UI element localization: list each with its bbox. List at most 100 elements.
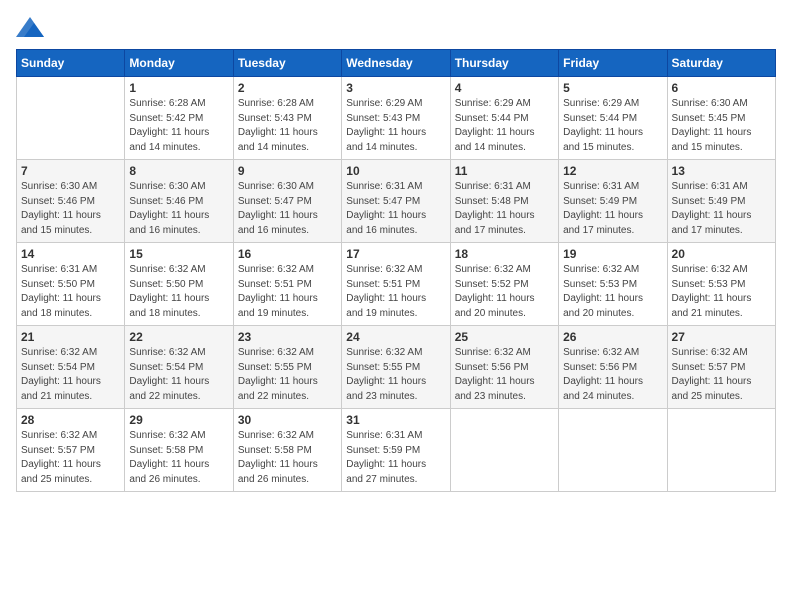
day-info: Sunrise: 6:31 AM Sunset: 5:49 PM Dayligh… — [672, 180, 771, 238]
day-cell — [559, 409, 667, 492]
day-info: Sunrise: 6:30 AM Sunset: 5:47 PM Dayligh… — [238, 180, 337, 238]
day-info: Sunrise: 6:32 AM Sunset: 5:53 PM Dayligh… — [563, 263, 662, 321]
day-number: 27 — [672, 330, 771, 344]
day-cell: 21 Sunrise: 6:32 AM Sunset: 5:54 PM Dayli… — [17, 326, 125, 409]
day-cell: 30 Sunrise: 6:32 AM Sunset: 5:58 PM Dayli… — [233, 409, 341, 492]
day-info: Sunrise: 6:29 AM Sunset: 5:44 PM Dayligh… — [455, 97, 554, 155]
calendar-table: SundayMondayTuesdayWednesdayThursdayFrid… — [16, 49, 776, 492]
day-cell: 17 Sunrise: 6:32 AM Sunset: 5:51 PM Dayli… — [342, 243, 450, 326]
day-cell — [17, 77, 125, 160]
header — [16, 16, 776, 37]
day-cell: 16Sunrise: 6:32 AM Sunset: 5:51 PM Dayli… — [233, 243, 341, 326]
day-cell: 19 Sunrise: 6:32 AM Sunset: 5:53 PM Dayli… — [559, 243, 667, 326]
day-cell: 15Sunrise: 6:32 AM Sunset: 5:50 PM Dayli… — [125, 243, 233, 326]
day-info: Sunrise: 6:29 AM Sunset: 5:43 PM Dayligh… — [346, 97, 445, 155]
day-cell: 11 Sunrise: 6:31 AM Sunset: 5:48 PM Dayli… — [450, 160, 558, 243]
day-cell: 27 Sunrise: 6:32 AM Sunset: 5:57 PM Dayli… — [667, 326, 775, 409]
day-number: 25 — [455, 330, 554, 344]
day-cell: 8 Sunrise: 6:30 AM Sunset: 5:46 PM Daylig… — [125, 160, 233, 243]
day-info: Sunrise: 6:29 AM Sunset: 5:44 PM Dayligh… — [563, 97, 662, 155]
header-cell-friday: Friday — [559, 50, 667, 77]
day-info: Sunrise: 6:31 AM Sunset: 5:50 PM Dayligh… — [21, 263, 120, 321]
day-info: Sunrise: 6:32 AM Sunset: 5:53 PM Dayligh… — [672, 263, 771, 321]
calendar-body: 1 Sunrise: 6:28 AM Sunset: 5:42 PM Daylig… — [17, 77, 776, 492]
day-number: 3 — [346, 81, 445, 95]
day-info: Sunrise: 6:32 AM Sunset: 5:55 PM Dayligh… — [238, 346, 337, 404]
day-number: 14 — [21, 247, 120, 261]
day-number: 2 — [238, 81, 337, 95]
day-cell: 7 Sunrise: 6:30 AM Sunset: 5:46 PM Daylig… — [17, 160, 125, 243]
day-info: Sunrise: 6:32 AM Sunset: 5:51 PM Dayligh… — [238, 263, 337, 321]
day-info: Sunrise: 6:30 AM Sunset: 5:46 PM Dayligh… — [129, 180, 228, 238]
day-number: 10 — [346, 164, 445, 178]
day-cell: 24Sunrise: 6:32 AM Sunset: 5:55 PM Dayli… — [342, 326, 450, 409]
day-cell: 23 Sunrise: 6:32 AM Sunset: 5:55 PM Dayli… — [233, 326, 341, 409]
day-number: 18 — [455, 247, 554, 261]
day-info: Sunrise: 6:32 AM Sunset: 5:56 PM Dayligh… — [455, 346, 554, 404]
day-info: Sunrise: 6:32 AM Sunset: 5:58 PM Dayligh… — [129, 429, 228, 487]
day-cell: 22 Sunrise: 6:32 AM Sunset: 5:54 PM Dayli… — [125, 326, 233, 409]
day-number: 7 — [21, 164, 120, 178]
day-info: Sunrise: 6:32 AM Sunset: 5:54 PM Dayligh… — [129, 346, 228, 404]
day-info: Sunrise: 6:32 AM Sunset: 5:57 PM Dayligh… — [672, 346, 771, 404]
day-number: 17 — [346, 247, 445, 261]
day-number: 9 — [238, 164, 337, 178]
day-cell: 2 Sunrise: 6:28 AM Sunset: 5:43 PM Daylig… — [233, 77, 341, 160]
day-info: Sunrise: 6:31 AM Sunset: 5:49 PM Dayligh… — [563, 180, 662, 238]
day-info: Sunrise: 6:28 AM Sunset: 5:42 PM Dayligh… — [129, 97, 228, 155]
day-number: 5 — [563, 81, 662, 95]
day-number: 13 — [672, 164, 771, 178]
day-info: Sunrise: 6:32 AM Sunset: 5:50 PM Dayligh… — [129, 263, 228, 321]
logo — [16, 16, 48, 37]
day-number: 4 — [455, 81, 554, 95]
week-row-1: 1 Sunrise: 6:28 AM Sunset: 5:42 PM Daylig… — [17, 77, 776, 160]
day-cell: 20Sunrise: 6:32 AM Sunset: 5:53 PM Dayli… — [667, 243, 775, 326]
day-info: Sunrise: 6:32 AM Sunset: 5:56 PM Dayligh… — [563, 346, 662, 404]
header-cell-tuesday: Tuesday — [233, 50, 341, 77]
day-number: 1 — [129, 81, 228, 95]
week-row-4: 21 Sunrise: 6:32 AM Sunset: 5:54 PM Dayli… — [17, 326, 776, 409]
day-number: 21 — [21, 330, 120, 344]
header-cell-monday: Monday — [125, 50, 233, 77]
day-number: 28 — [21, 413, 120, 427]
day-number: 22 — [129, 330, 228, 344]
day-info: Sunrise: 6:32 AM Sunset: 5:54 PM Dayligh… — [21, 346, 120, 404]
day-number: 6 — [672, 81, 771, 95]
day-cell: 5 Sunrise: 6:29 AM Sunset: 5:44 PM Daylig… — [559, 77, 667, 160]
day-cell — [667, 409, 775, 492]
day-number: 19 — [563, 247, 662, 261]
day-number: 30 — [238, 413, 337, 427]
day-cell: 13 Sunrise: 6:31 AM Sunset: 5:49 PM Dayli… — [667, 160, 775, 243]
day-cell: 31Sunrise: 6:31 AM Sunset: 5:59 PM Dayli… — [342, 409, 450, 492]
day-info: Sunrise: 6:31 AM Sunset: 5:47 PM Dayligh… — [346, 180, 445, 238]
day-cell: 29Sunrise: 6:32 AM Sunset: 5:58 PM Dayli… — [125, 409, 233, 492]
header-row: SundayMondayTuesdayWednesdayThursdayFrid… — [17, 50, 776, 77]
day-number: 23 — [238, 330, 337, 344]
day-number: 11 — [455, 164, 554, 178]
day-cell: 9 Sunrise: 6:30 AM Sunset: 5:47 PM Daylig… — [233, 160, 341, 243]
day-number: 8 — [129, 164, 228, 178]
day-number: 12 — [563, 164, 662, 178]
header-cell-sunday: Sunday — [17, 50, 125, 77]
day-info: Sunrise: 6:32 AM Sunset: 5:58 PM Dayligh… — [238, 429, 337, 487]
day-info: Sunrise: 6:32 AM Sunset: 5:51 PM Dayligh… — [346, 263, 445, 321]
day-cell: 18 Sunrise: 6:32 AM Sunset: 5:52 PM Dayli… — [450, 243, 558, 326]
day-number: 26 — [563, 330, 662, 344]
day-info: Sunrise: 6:31 AM Sunset: 5:48 PM Dayligh… — [455, 180, 554, 238]
day-cell: 28Sunrise: 6:32 AM Sunset: 5:57 PM Dayli… — [17, 409, 125, 492]
day-cell: 4 Sunrise: 6:29 AM Sunset: 5:44 PM Daylig… — [450, 77, 558, 160]
day-info: Sunrise: 6:30 AM Sunset: 5:46 PM Dayligh… — [21, 180, 120, 238]
header-cell-wednesday: Wednesday — [342, 50, 450, 77]
day-info: Sunrise: 6:30 AM Sunset: 5:45 PM Dayligh… — [672, 97, 771, 155]
day-cell: 10 Sunrise: 6:31 AM Sunset: 5:47 PM Dayli… — [342, 160, 450, 243]
day-info: Sunrise: 6:28 AM Sunset: 5:43 PM Dayligh… — [238, 97, 337, 155]
day-number: 24 — [346, 330, 445, 344]
logo-icon — [16, 17, 44, 37]
day-cell — [450, 409, 558, 492]
day-cell: 26 Sunrise: 6:32 AM Sunset: 5:56 PM Dayli… — [559, 326, 667, 409]
header-cell-thursday: Thursday — [450, 50, 558, 77]
day-cell: 6 Sunrise: 6:30 AM Sunset: 5:45 PM Daylig… — [667, 77, 775, 160]
day-info: Sunrise: 6:32 AM Sunset: 5:52 PM Dayligh… — [455, 263, 554, 321]
header-cell-saturday: Saturday — [667, 50, 775, 77]
week-row-3: 14 Sunrise: 6:31 AM Sunset: 5:50 PM Dayli… — [17, 243, 776, 326]
